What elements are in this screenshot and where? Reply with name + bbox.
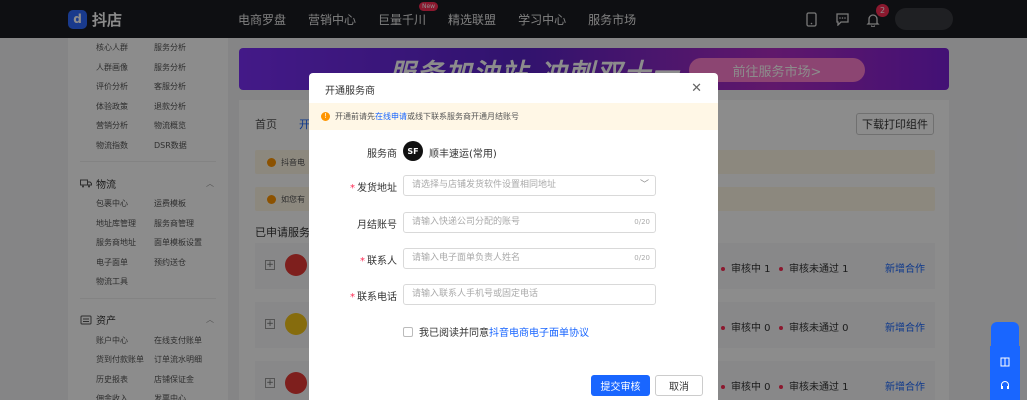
submit-review-button[interactable]: 提交审核 bbox=[591, 375, 650, 396]
warning-icon: ! bbox=[321, 112, 330, 121]
contact-field-row: * 联系人 请输入电子面单负责人姓名 0/20 bbox=[309, 248, 718, 270]
floating-help-panel bbox=[990, 346, 1020, 400]
contact-placeholder: 请输入电子面单负责人姓名 bbox=[412, 253, 521, 263]
phone-label-text: 联系电话 bbox=[357, 292, 397, 303]
online-apply-link[interactable]: 在线申请 bbox=[375, 111, 407, 122]
required-mark: * bbox=[360, 256, 365, 267]
phone-field-row: * 联系电话 请输入联系人手机号或固定电话 bbox=[309, 284, 718, 306]
floating-help-widget[interactable] bbox=[990, 322, 1020, 400]
agreement-link[interactable]: 抖音电商电子面单协议 bbox=[489, 324, 589, 339]
modal-title: 开通服务商 bbox=[325, 86, 375, 97]
address-label-text: 发货地址 bbox=[357, 183, 397, 194]
agreement-checkbox[interactable] bbox=[403, 326, 413, 337]
open-provider-modal: 开通服务商 ✕ ! 开通前请先 在线申请 或线下联系服务商开通月结账号 服务商 SF… bbox=[309, 73, 718, 400]
modal-tip-bar: ! 开通前请先 在线申请 或线下联系服务商开通月结账号 bbox=[309, 103, 718, 130]
phone-label: * 联系电话 bbox=[350, 288, 397, 303]
account-label: 月结账号 bbox=[357, 220, 397, 231]
account-char-count: 0/20 bbox=[634, 218, 650, 226]
account-field-row: 月结账号 请输入快递公司分配的账号 0/20 bbox=[309, 212, 718, 234]
provider-label: 服务商 bbox=[367, 149, 397, 160]
address-field-row: * 发货地址 请选择与店铺发货软件设置相同地址 ﹀ bbox=[309, 175, 718, 197]
tip-suffix: 或线下联系服务商开通月结账号 bbox=[407, 112, 519, 121]
address-label: * 发货地址 bbox=[350, 179, 397, 194]
provider-row: 服务商 SF 顺丰速运(常用) bbox=[309, 141, 718, 163]
tip-prefix: 开通前请先 bbox=[335, 112, 375, 121]
headset-icon[interactable] bbox=[1000, 380, 1010, 390]
book-icon[interactable] bbox=[1000, 357, 1010, 367]
account-placeholder: 请输入快递公司分配的账号 bbox=[412, 217, 521, 227]
required-mark: * bbox=[350, 183, 355, 194]
required-mark: * bbox=[350, 292, 355, 303]
contact-char-count: 0/20 bbox=[634, 254, 650, 262]
contact-input[interactable]: 请输入电子面单负责人姓名 0/20 bbox=[403, 248, 656, 269]
helper-mascot-icon bbox=[991, 322, 1019, 346]
agreement-prefix: 我已阅读并同意 bbox=[419, 328, 489, 339]
phone-input[interactable]: 请输入联系人手机号或固定电话 bbox=[403, 284, 656, 305]
agreement-row: 我已阅读并同意 抖音电商电子面单协议 bbox=[403, 324, 589, 339]
address-placeholder: 请选择与店铺发货软件设置相同地址 bbox=[412, 180, 557, 190]
contact-label-text: 联系人 bbox=[367, 256, 397, 267]
close-icon[interactable]: ✕ bbox=[691, 81, 702, 96]
cancel-button[interactable]: 取消 bbox=[655, 375, 703, 396]
account-input[interactable]: 请输入快递公司分配的账号 0/20 bbox=[403, 212, 656, 233]
sf-express-logo-icon: SF bbox=[403, 141, 423, 161]
contact-label: * 联系人 bbox=[360, 252, 397, 267]
chevron-down-icon: ﹀ bbox=[639, 180, 649, 190]
phone-placeholder: 请输入联系人手机号或固定电话 bbox=[412, 289, 539, 299]
provider-name: 顺丰速运(常用) bbox=[429, 149, 497, 160]
address-select[interactable]: 请选择与店铺发货软件设置相同地址 ﹀ bbox=[403, 175, 656, 196]
